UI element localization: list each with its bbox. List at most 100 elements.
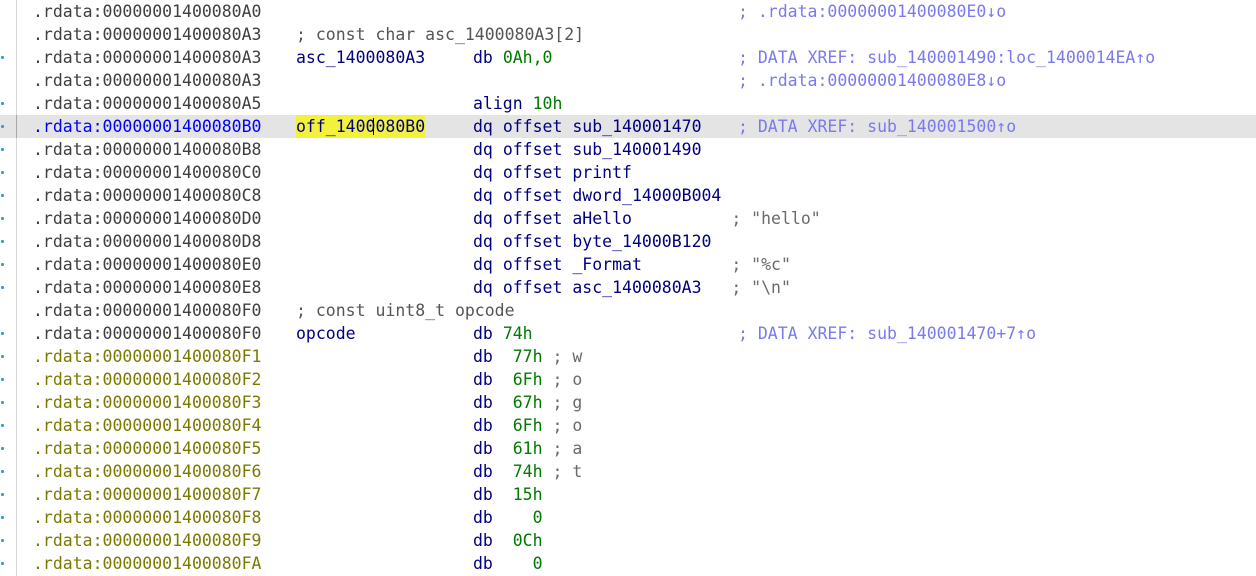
address[interactable]: .rdata:00000001400080F7 xyxy=(33,483,261,506)
listing-line[interactable]: .rdata:00000001400080A3 asc_1400080A3 db 0… xyxy=(0,46,1256,69)
instruction[interactable]: db 0Ch xyxy=(473,529,543,552)
listing-line[interactable]: .rdata:00000001400080F0 opcode db 74h ; DAT… xyxy=(0,322,1256,345)
listing-line[interactable]: .rdata:00000001400080F4 db 6Fh ; o xyxy=(0,414,1256,437)
instruction[interactable]: dq offset _Format ; "%c" xyxy=(473,253,791,276)
listing-line[interactable]: .rdata:00000001400080C0 dq offset printf xyxy=(0,161,1256,184)
address[interactable]: .rdata:00000001400080A3 xyxy=(33,46,261,69)
operand-value: 67h xyxy=(502,393,543,412)
instruction[interactable]: db 6Fh ; o xyxy=(473,414,582,437)
operand-keyword: offset xyxy=(502,117,573,136)
mnemonic: dq xyxy=(473,163,493,182)
operand-symbol[interactable]: dword_14000B004 xyxy=(572,186,721,205)
instruction[interactable]: db 61h ; a xyxy=(473,437,582,460)
xref-comment[interactable]: ; DATA XREF: sub_140001500↑o xyxy=(738,115,1016,138)
address[interactable]: .rdata:00000001400080B8 xyxy=(33,138,261,161)
disassembly-listing[interactable]: .rdata:00000001400080A0 ; .rdata:00000001… xyxy=(0,0,1256,576)
type-comment: ; const char asc_1400080A3[2] xyxy=(296,25,585,44)
listing-line[interactable]: .rdata:00000001400080D0 dq offset aHello … xyxy=(0,207,1256,230)
listing-line[interactable]: .rdata:00000001400080A3 ; .rdata:00000001… xyxy=(0,69,1256,92)
instruction[interactable]: db 0 xyxy=(473,506,543,529)
gutter-marker-icon xyxy=(1,447,4,450)
listing-line[interactable]: .rdata:00000001400080F1 db 77h ; w xyxy=(0,345,1256,368)
listing-line[interactable]: .rdata:00000001400080F9 db 0Ch xyxy=(0,529,1256,552)
address[interactable]: .rdata:00000001400080D0 xyxy=(33,207,261,230)
instruction[interactable]: dq offset sub_140001470 xyxy=(473,115,702,138)
operand-value: 0 xyxy=(502,508,543,527)
address[interactable]: .rdata:00000001400080F0 xyxy=(33,299,261,322)
address[interactable]: .rdata:00000001400080A5 xyxy=(33,92,261,115)
operand-symbol[interactable]: sub_140001490 xyxy=(572,140,701,159)
listing-line[interactable]: .rdata:00000001400080F0 ; const uint8_t o… xyxy=(0,299,1256,322)
listing-line[interactable]: .rdata:00000001400080F7 db 15h xyxy=(0,483,1256,506)
operand-symbol[interactable]: printf xyxy=(572,163,632,182)
listing-line[interactable]: .rdata:00000001400080A3 ; const char asc_… xyxy=(0,23,1256,46)
char-comment: ; a xyxy=(552,439,583,458)
operand-symbol[interactable]: sub_140001470 xyxy=(572,117,701,136)
address[interactable]: .rdata:00000001400080A3 xyxy=(33,69,261,92)
address[interactable]: .rdata:00000001400080F1 xyxy=(33,345,261,368)
listing-line[interactable]: .rdata:00000001400080C8 dq offset dword_1… xyxy=(0,184,1256,207)
address[interactable]: .rdata:00000001400080F5 xyxy=(33,437,261,460)
listing-line[interactable]: .rdata:00000001400080A5 align 10h xyxy=(0,92,1256,115)
address[interactable]: .rdata:00000001400080B0 xyxy=(33,115,261,138)
address[interactable]: .rdata:00000001400080C8 xyxy=(33,184,261,207)
xref-comment[interactable]: ; DATA XREF: sub_140001490:loc_1400014EA… xyxy=(738,46,1155,69)
instruction[interactable]: dq offset sub_140001490 xyxy=(473,138,702,161)
xref-comment[interactable]: ; .rdata:00000001400080E8↓o xyxy=(738,69,1006,92)
label-name[interactable]: opcode xyxy=(296,322,356,345)
gutter-marker-icon xyxy=(1,148,4,151)
instruction[interactable]: db 74h xyxy=(473,322,533,345)
char-comment: ; o xyxy=(552,370,583,389)
listing-line[interactable]: .rdata:00000001400080B8 dq offset sub_140… xyxy=(0,138,1256,161)
xref-comment[interactable]: ; .rdata:00000001400080E0↓o xyxy=(738,0,1006,23)
address[interactable]: .rdata:00000001400080E0 xyxy=(33,253,261,276)
label-name[interactable]: asc_1400080A3 xyxy=(296,46,425,69)
instruction[interactable]: db 15h xyxy=(473,483,543,506)
instruction[interactable]: dq offset aHello ; "hello" xyxy=(473,207,821,230)
address[interactable]: .rdata:00000001400080C0 xyxy=(33,161,261,184)
listing-line[interactable]: .rdata:00000001400080E0 dq offset _Format… xyxy=(0,253,1256,276)
instruction[interactable]: db 0Ah,0 xyxy=(473,46,552,69)
instruction[interactable]: db 74h ; t xyxy=(473,460,582,483)
listing-line[interactable]: .rdata:00000001400080F8 db 0 xyxy=(0,506,1256,529)
operand-symbol[interactable]: aHello xyxy=(572,209,632,228)
label-name[interactable]: off_1400080B0 xyxy=(296,115,426,138)
listing-line[interactable]: .rdata:00000001400080F3 db 67h ; g xyxy=(0,391,1256,414)
instruction[interactable]: align 10h xyxy=(473,92,562,115)
instruction[interactable]: db 6Fh ; o xyxy=(473,368,582,391)
address[interactable]: .rdata:00000001400080A0 xyxy=(33,0,261,23)
operand-keyword: offset xyxy=(502,278,573,297)
address[interactable]: .rdata:00000001400080E8 xyxy=(33,276,261,299)
operand-keyword: offset xyxy=(502,232,573,251)
listing-line[interactable]: .rdata:00000001400080A0 ; .rdata:00000001… xyxy=(0,0,1256,23)
address[interactable]: .rdata:00000001400080F8 xyxy=(33,506,261,529)
listing-line[interactable]: .rdata:00000001400080D8 dq offset byte_14… xyxy=(0,230,1256,253)
listing-line[interactable]: .rdata:00000001400080F5 db 61h ; a xyxy=(0,437,1256,460)
address[interactable]: .rdata:00000001400080F6 xyxy=(33,460,261,483)
instruction[interactable]: dq offset dword_14000B004 xyxy=(473,184,721,207)
address[interactable]: .rdata:00000001400080F4 xyxy=(33,414,261,437)
instruction[interactable]: dq offset asc_1400080A3 ; "\n" xyxy=(473,276,791,299)
address[interactable]: .rdata:00000001400080FA xyxy=(33,552,261,575)
operand-symbol[interactable]: byte_14000B120 xyxy=(572,232,711,251)
listing-line[interactable]: .rdata:00000001400080FA db 0 xyxy=(0,552,1256,575)
instruction[interactable]: dq offset printf xyxy=(473,161,632,184)
listing-line[interactable]: .rdata:00000001400080E8 dq offset asc_140… xyxy=(0,276,1256,299)
operand-value: 0Ah,0 xyxy=(502,48,553,67)
address[interactable]: .rdata:00000001400080F2 xyxy=(33,368,261,391)
address[interactable]: .rdata:00000001400080F0 xyxy=(33,322,261,345)
address[interactable]: .rdata:00000001400080F9 xyxy=(33,529,261,552)
instruction[interactable]: db 0 xyxy=(473,552,543,575)
address[interactable]: .rdata:00000001400080D8 xyxy=(33,230,261,253)
instruction[interactable]: db 67h ; g xyxy=(473,391,582,414)
listing-line[interactable]: .rdata:00000001400080F6 db 74h ; t xyxy=(0,460,1256,483)
operand-symbol[interactable]: _Format xyxy=(572,255,642,274)
instruction[interactable]: dq offset byte_14000B120 xyxy=(473,230,711,253)
listing-line[interactable]: .rdata:00000001400080B0 off_1400080B0 dq o… xyxy=(0,115,1256,138)
listing-line[interactable]: .rdata:00000001400080F2 db 6Fh ; o xyxy=(0,368,1256,391)
operand-symbol[interactable]: asc_1400080A3 xyxy=(572,278,701,297)
address[interactable]: .rdata:00000001400080A3 xyxy=(33,23,261,46)
instruction[interactable]: db 77h ; w xyxy=(473,345,582,368)
xref-comment[interactable]: ; DATA XREF: sub_140001470+7↑o xyxy=(738,322,1036,345)
address[interactable]: .rdata:00000001400080F3 xyxy=(33,391,261,414)
